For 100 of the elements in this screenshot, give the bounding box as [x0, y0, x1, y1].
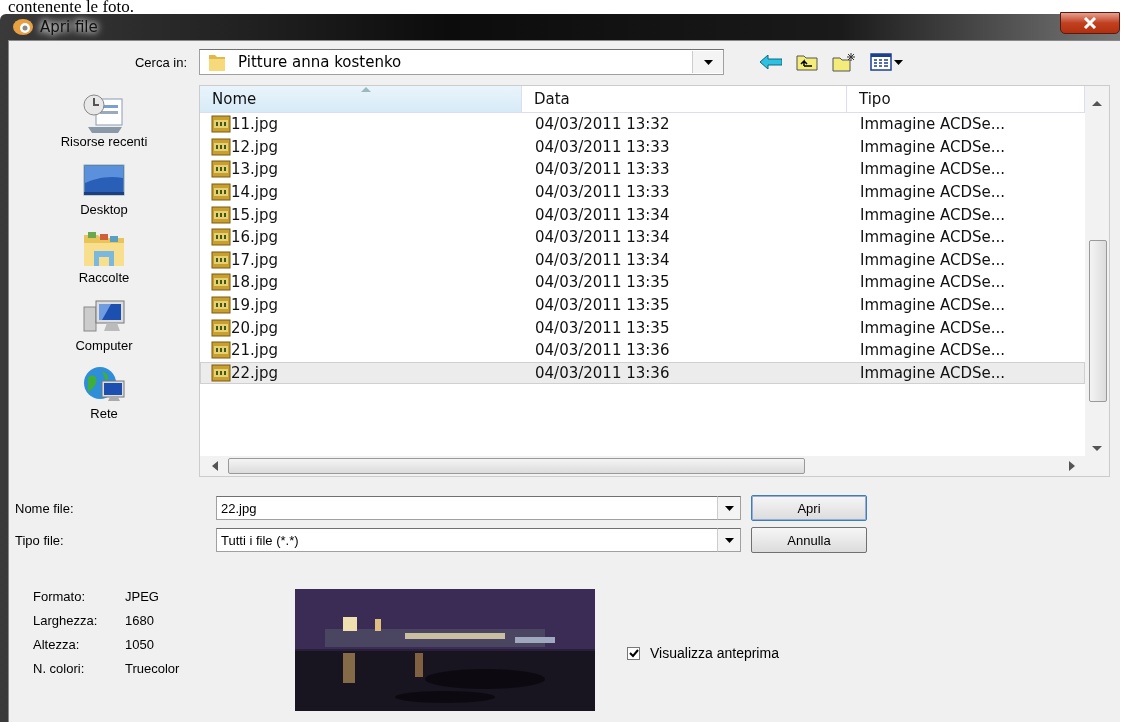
file-type: Immagine ACDSe...: [859, 228, 1007, 247]
places-item[interactable]: Raccolte: [9, 223, 199, 291]
dropdown-button[interactable]: [717, 528, 741, 552]
file-row[interactable]: 13.jpg 04/03/2011 13:33 Immagine ACDSe...: [200, 158, 1085, 181]
dropdown-arrow-icon: [724, 505, 734, 511]
file-row[interactable]: 19.jpg 04/03/2011 13:35 Immagine ACDSe...: [200, 293, 1085, 317]
jpg-file-icon: [211, 115, 231, 134]
file-date: 04/03/2011 13:33: [534, 137, 671, 156]
file-row[interactable]: 11.jpg 04/03/2011 13:32 Immagine ACDSe...: [200, 113, 1085, 136]
file-row[interactable]: 18.jpg 04/03/2011 13:35 Immagine ACDSe...: [200, 271, 1085, 294]
look-in-label: Cerca in:: [133, 54, 188, 70]
close-button[interactable]: [1060, 12, 1120, 34]
property-value: Truecolor: [125, 661, 181, 676]
file-row[interactable]: 12.jpg 04/03/2011 13:33 Immagine ACDSe...: [200, 135, 1085, 159]
file-name-label: Nome file:: [14, 500, 75, 516]
folder-icon: [208, 52, 226, 72]
file-date: 04/03/2011 13:34: [534, 228, 671, 247]
file-row[interactable]: 21.jpg 04/03/2011 13:36 Immagine ACDSe...: [200, 338, 1085, 362]
file-name: 19.jpg: [231, 296, 279, 315]
scrollbar-thumb[interactable]: [1089, 240, 1107, 402]
caption-text: contenente le foto.: [8, 0, 135, 16]
file-name: 16.jpg: [231, 228, 279, 247]
jpg-file-icon: [211, 137, 231, 156]
file-date: 04/03/2011 13:36: [534, 341, 671, 360]
window-title: Apri file: [40, 18, 98, 36]
left-arrow-icon: [760, 55, 782, 69]
file-type: Immagine ACDSe...: [859, 250, 1007, 269]
jpg-file-icon: [211, 250, 231, 269]
up-folder-icon: [796, 53, 818, 71]
property-value: JPEG: [125, 589, 160, 604]
property-label: Formato:: [33, 589, 86, 604]
file-name: 14.jpg: [231, 183, 279, 202]
jpg-file-icon: [211, 363, 231, 382]
file-date: 04/03/2011 13:35: [534, 273, 671, 292]
close-icon: [1083, 17, 1097, 29]
dropdown-arrow-icon: [724, 537, 734, 543]
column-header[interactable]: Nome: [200, 86, 522, 112]
dropdown-button[interactable]: [717, 496, 741, 520]
file-row[interactable]: 20.jpg 04/03/2011 13:35 Immagine ACDSe...: [200, 316, 1085, 339]
up-folder-button[interactable]: [796, 53, 818, 71]
file-type-label: Tipo file:: [14, 532, 65, 548]
file-type: Immagine ACDSe...: [859, 363, 1007, 382]
file-type: Immagine ACDSe...: [859, 273, 1007, 292]
file-type: Immagine ACDSe...: [859, 183, 1007, 202]
file-type: Immagine ACDSe...: [859, 205, 1007, 224]
file-row[interactable]: 17.jpg 04/03/2011 13:34 Immagine ACDSe...: [200, 248, 1085, 272]
file-row[interactable]: 15.jpg 04/03/2011 13:34 Immagine ACDSe...: [200, 203, 1085, 226]
view-menu-button[interactable]: [870, 53, 903, 71]
clock-document-icon: [82, 93, 126, 133]
new-folder-button[interactable]: [832, 52, 856, 72]
file-name: 17.jpg: [231, 250, 279, 269]
places-item[interactable]: Rete: [9, 359, 199, 427]
file-name: 18.jpg: [231, 273, 279, 292]
show-preview-checkbox[interactable]: Visualizza anteprima: [627, 645, 779, 661]
sort-caret-icon: [360, 86, 371, 92]
property-label: N. colori:: [33, 661, 86, 676]
look-in-dropdown[interactable]: Pitture anna kostenko: [199, 49, 724, 75]
file-row[interactable]: 14.jpg 04/03/2011 13:33 Immagine ACDSe...: [200, 180, 1085, 204]
file-name: 21.jpg: [231, 341, 279, 360]
back-button[interactable]: [760, 55, 782, 69]
file-name: 13.jpg: [231, 160, 279, 179]
open-button[interactable]: Apri: [751, 495, 867, 521]
file-type-field[interactable]: Tutti i file (*.*): [216, 528, 717, 552]
property-value: 1680: [125, 613, 155, 628]
property-label: Altezza:: [33, 637, 81, 652]
file-date: 04/03/2011 13:34: [534, 205, 671, 224]
jpg-file-icon: [211, 228, 231, 247]
places-item[interactable]: Risorse recenti: [9, 87, 199, 155]
jpg-file-icon: [211, 205, 231, 224]
file-name-field[interactable]: 22.jpg: [216, 496, 717, 520]
file-row[interactable]: 22.jpg 04/03/2011 13:36 Immagine ACDSe...: [200, 361, 1085, 385]
file-name: 22.jpg: [231, 363, 279, 382]
file-date: 04/03/2011 13:35: [534, 296, 671, 315]
dropdown-arrow-icon: [703, 59, 713, 65]
jpg-file-icon: [211, 273, 231, 292]
jpg-file-icon: [211, 341, 231, 360]
file-date: 04/03/2011 13:34: [534, 250, 671, 269]
cancel-button[interactable]: Annulla: [751, 527, 867, 553]
file-name: 20.jpg: [231, 318, 279, 337]
property-value: 1050: [125, 637, 155, 652]
places-item[interactable]: Computer: [9, 291, 199, 359]
dropdown-arrow-icon: [894, 59, 903, 65]
file-type: Immagine ACDSe...: [859, 137, 1007, 156]
jpg-file-icon: [211, 318, 231, 337]
jpg-file-icon: [211, 160, 231, 179]
jpg-file-icon: [211, 296, 231, 315]
details-view-icon: [870, 53, 892, 71]
file-date: 04/03/2011 13:35: [534, 318, 671, 337]
jpg-file-icon: [211, 183, 231, 202]
file-type: Immagine ACDSe...: [859, 318, 1007, 337]
file-type: Immagine ACDSe...: [859, 296, 1007, 315]
app-icon: [12, 18, 34, 36]
file-date: 04/03/2011 13:33: [534, 160, 671, 179]
scrollbar-thumb[interactable]: [228, 458, 805, 474]
file-type: Immagine ACDSe...: [859, 341, 1007, 360]
property-label: Larghezza:: [33, 613, 99, 628]
file-row[interactable]: 16.jpg 04/03/2011 13:34 Immagine ACDSe...: [200, 225, 1085, 249]
file-type: Immagine ACDSe...: [859, 115, 1007, 134]
folder-icon: [82, 229, 126, 269]
places-item[interactable]: Desktop: [9, 155, 199, 223]
